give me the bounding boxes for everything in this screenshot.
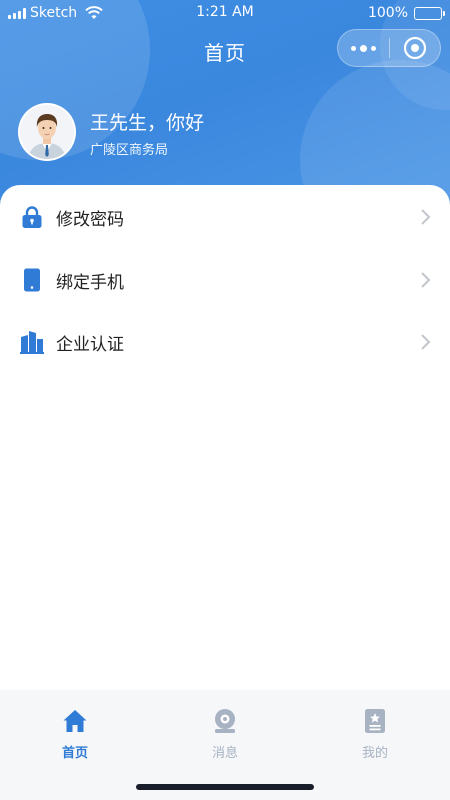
menu-item-change-password[interactable]: 修改密码	[0, 186, 450, 248]
tab-label: 消息	[211, 746, 238, 761]
close-target-icon[interactable]	[390, 30, 440, 66]
user-greeting: 王先生，你好	[90, 112, 205, 134]
menu-item-enterprise-verification[interactable]: 企业认证	[0, 311, 450, 373]
phone-icon	[24, 268, 40, 292]
battery-percent: 100%	[367, 5, 408, 21]
home-indicator[interactable]	[136, 784, 314, 790]
tab-mine[interactable]: 我的	[335, 708, 415, 761]
building-icon	[20, 331, 44, 354]
chevron-right-icon	[421, 334, 431, 350]
tab-label: 首页	[61, 746, 88, 761]
tab-label: 我的	[361, 746, 388, 761]
menu-item-label: 绑定手机	[56, 272, 124, 293]
message-icon	[215, 709, 235, 733]
chevron-right-icon	[421, 209, 431, 225]
user-organization: 广陵区商务局	[90, 143, 169, 158]
menu-card: 修改密码 绑定手机 企业认证	[0, 185, 450, 690]
chevron-right-icon	[421, 272, 431, 288]
mini-program-capsule	[337, 29, 441, 67]
tab-messages[interactable]: 消息	[185, 708, 265, 761]
home-icon	[63, 710, 87, 732]
lock-icon	[22, 206, 42, 228]
profile-card-icon	[365, 709, 385, 733]
user-avatar-icon[interactable]	[18, 103, 76, 161]
battery-icon	[414, 6, 445, 20]
tab-home[interactable]: 首页	[35, 708, 115, 761]
profile-header: Sketch 1:21 AM 100% 首页 王先生，你好 广陵区商务局	[0, 0, 450, 210]
menu-item-label: 修改密码	[56, 209, 124, 230]
menu-item-label: 企业认证	[56, 334, 124, 355]
more-dots-icon[interactable]	[338, 30, 389, 66]
menu-item-bind-phone[interactable]: 绑定手机	[0, 249, 450, 311]
status-bar: Sketch 1:21 AM 100%	[0, 0, 450, 26]
